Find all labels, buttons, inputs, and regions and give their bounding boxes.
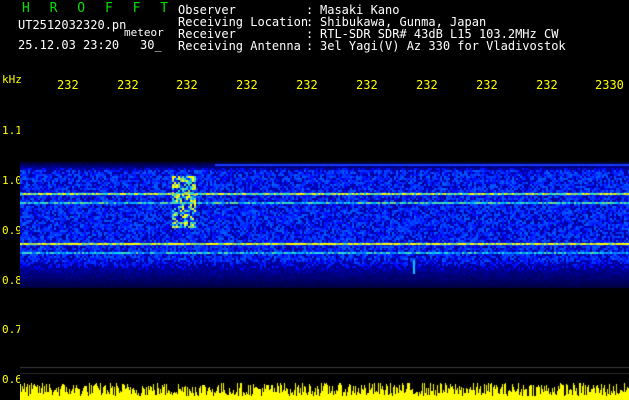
info-row-antenna: Receiving Antenna: 3el Yagi(V) Az 330 fo… bbox=[178, 40, 566, 52]
info-value: 3el Yagi(V) Az 330 for Vladivostok bbox=[320, 39, 566, 53]
y-tick-label: 0.8 bbox=[2, 274, 22, 287]
y-tick-label: 0.6 bbox=[2, 373, 22, 386]
x-tick-label: 232 bbox=[236, 78, 258, 92]
x-tick-label: 232 bbox=[416, 78, 438, 92]
x-tick-label: 232 bbox=[296, 78, 318, 92]
spectrogram-canvas bbox=[20, 98, 629, 400]
brand-title: H R O F F T bbox=[22, 1, 175, 16]
station-info: Observer: Masaki Kano Receiving Location… bbox=[178, 4, 566, 52]
x-tick-label: 232 bbox=[57, 78, 79, 92]
y-tick-label: 0.9 bbox=[2, 224, 22, 237]
x-tick-label: 2330 bbox=[595, 78, 624, 92]
header: H R O F F T UT2512032320.pn meteor 25.12… bbox=[0, 0, 629, 72]
x-tick-label: 232 bbox=[356, 78, 378, 92]
seconds-label: 30_ bbox=[140, 38, 162, 52]
x-tick-label: 232 bbox=[176, 78, 198, 92]
y-tick-label: 1.1 bbox=[2, 124, 22, 137]
x-tick-label: 232 bbox=[536, 78, 558, 92]
y-tick-label: 0.7 bbox=[2, 323, 22, 336]
y-tick-label: 1.0 bbox=[2, 174, 22, 187]
x-tick-label: 232 bbox=[476, 78, 498, 92]
info-key: Receiving Antenna bbox=[178, 39, 301, 53]
y-axis-unit: kHz bbox=[2, 73, 22, 86]
filename-label: UT2512032320.pn bbox=[18, 18, 127, 32]
x-tick-label: 232 bbox=[117, 78, 139, 92]
info-sep: : bbox=[306, 39, 321, 53]
datetime-label: 25.12.03 23:20 bbox=[18, 38, 120, 52]
